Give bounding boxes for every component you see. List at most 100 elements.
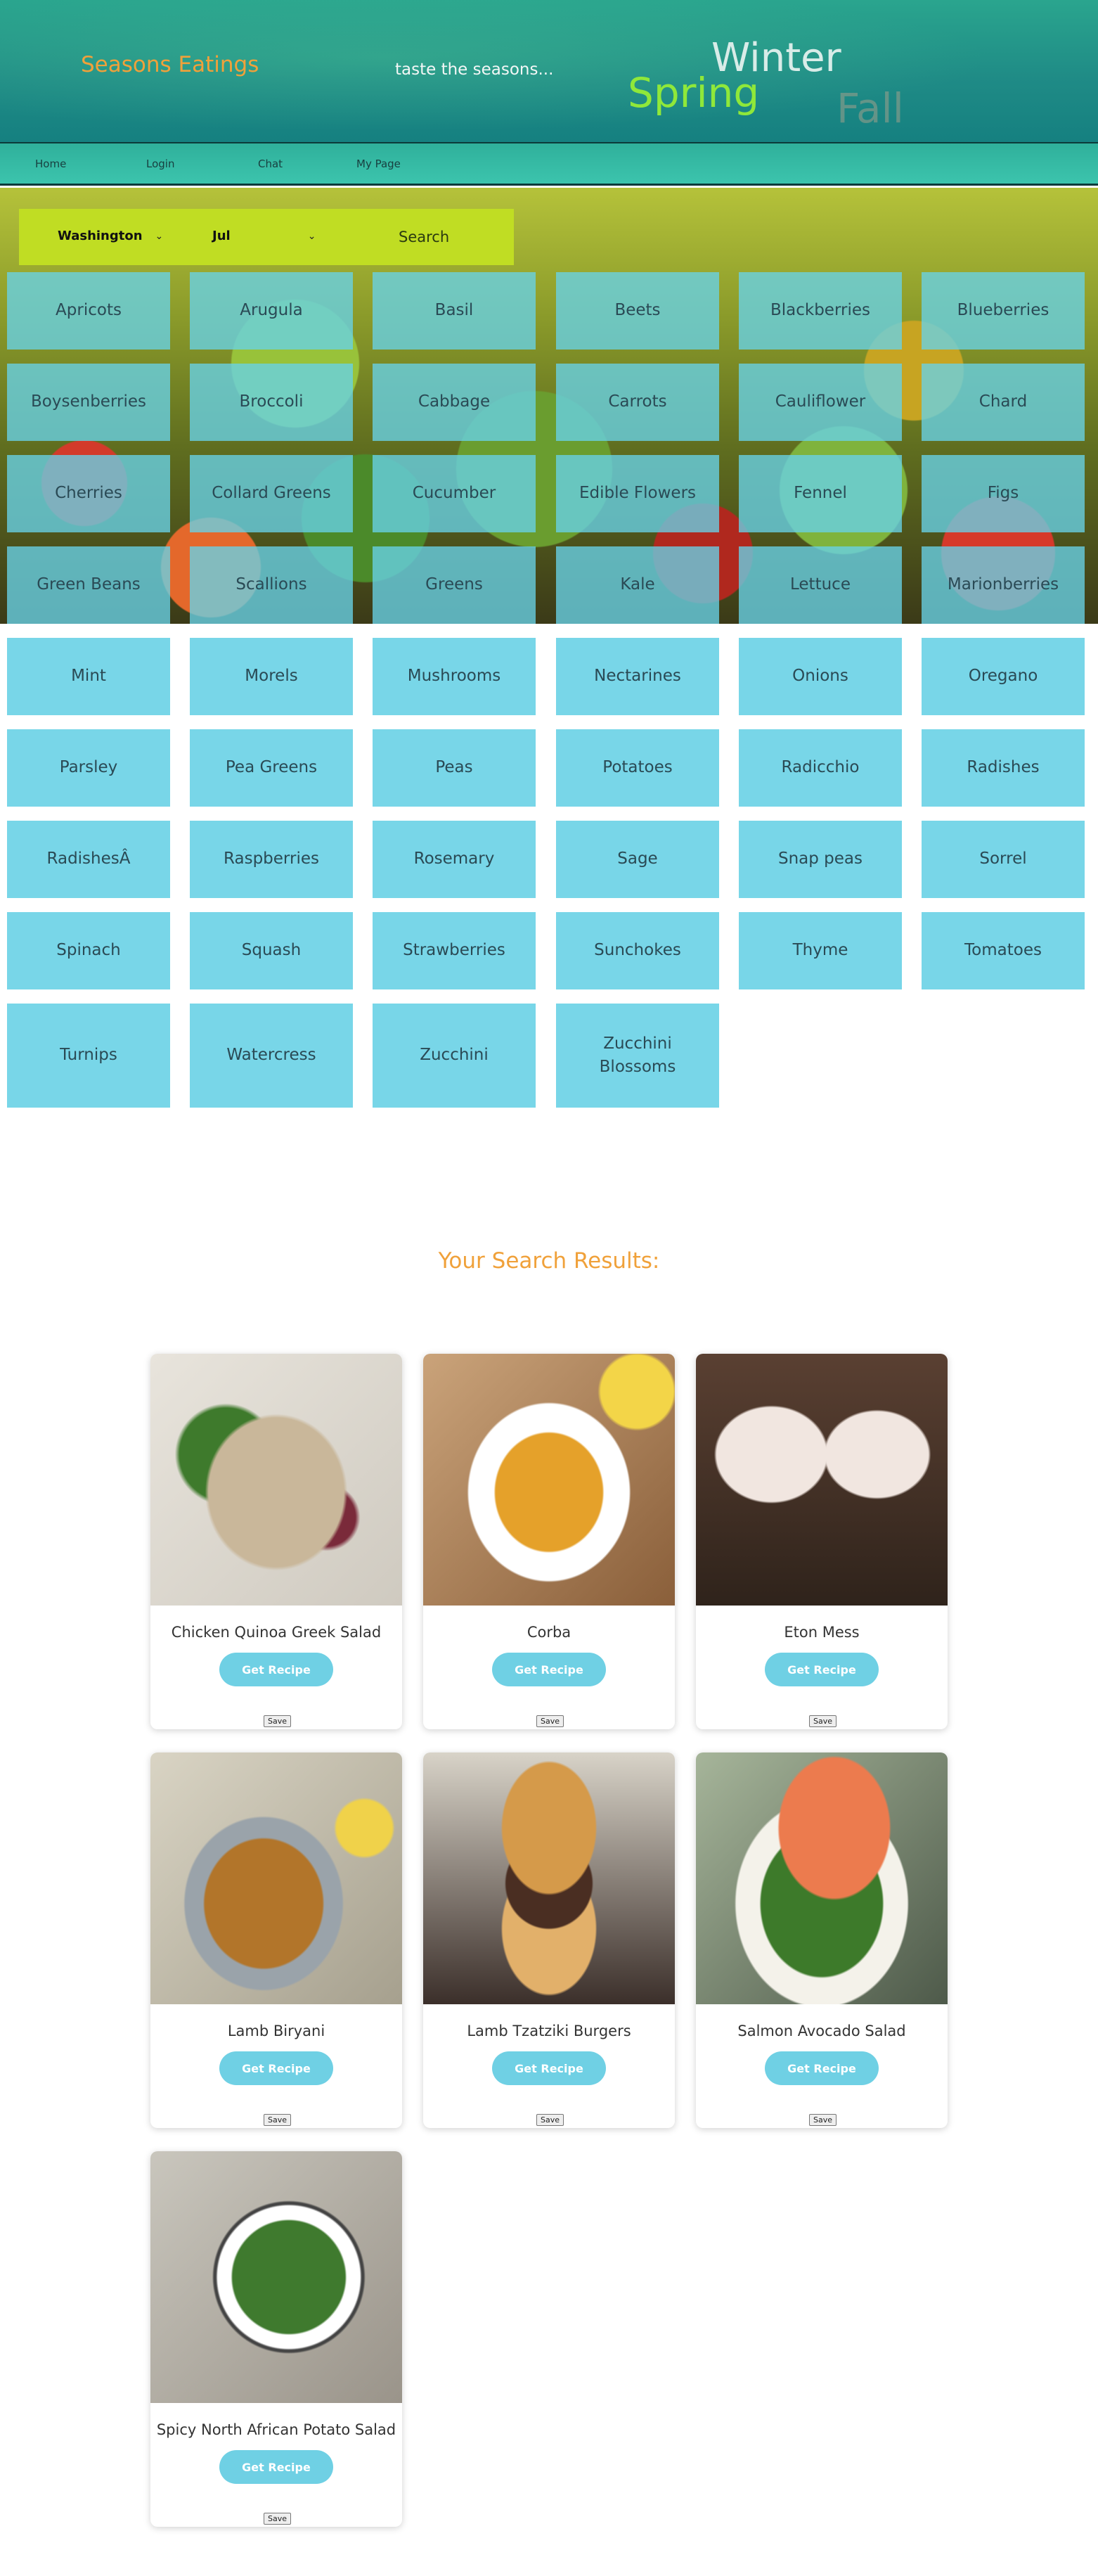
produce-tile[interactable]: Cabbage (373, 364, 536, 441)
main-nav: Home Login Chat My Page (0, 143, 1098, 186)
nav-chat[interactable]: Chat (258, 158, 283, 170)
produce-tile[interactable]: Boysenberries (7, 364, 170, 441)
recipe-image[interactable] (150, 1752, 402, 2004)
recipe-title: Lamb Biryani (227, 2023, 325, 2039)
get-recipe-button[interactable]: Get Recipe (492, 2051, 606, 2085)
produce-tile[interactable]: Greens (373, 546, 536, 624)
produce-tile[interactable]: Edible Flowers (556, 455, 719, 532)
produce-tile[interactable]: Figs (922, 455, 1085, 532)
produce-tile[interactable]: Rosemary (373, 821, 536, 898)
nav-home[interactable]: Home (35, 158, 66, 170)
save-button[interactable]: Save (264, 2513, 292, 2525)
produce-tile[interactable]: Oregano (922, 638, 1085, 715)
get-recipe-button[interactable]: Get Recipe (219, 2450, 333, 2484)
produce-tile[interactable]: Mint (7, 638, 170, 715)
produce-tile[interactable]: Fennel (739, 455, 902, 532)
recipe-card: Corba Get Recipe Save (423, 1354, 675, 1729)
produce-tile[interactable]: Lettuce (739, 546, 902, 624)
produce-tile[interactable]: Potatoes (556, 729, 719, 807)
produce-tile[interactable]: Zucchini Blossoms (556, 1004, 719, 1108)
produce-tile[interactable]: Parsley (7, 729, 170, 807)
get-recipe-button[interactable]: Get Recipe (219, 1653, 333, 1686)
state-select[interactable]: Washington ⌄ (58, 229, 163, 243)
produce-tile[interactable]: Marionberries (922, 546, 1085, 624)
recipe-image[interactable] (150, 2151, 402, 2403)
season-fall[interactable]: Fall (837, 84, 904, 132)
save-button[interactable]: Save (809, 2114, 837, 2126)
season-spring[interactable]: Spring (628, 69, 759, 117)
produce-tile[interactable]: Watercress (190, 1004, 353, 1108)
recipe-card: Spicy North African Potato Salad Get Reci… (150, 2151, 402, 2527)
save-button[interactable]: Save (809, 1715, 837, 1727)
produce-tile[interactable]: Thyme (739, 912, 902, 989)
recipe-card: Eton Mess Get Recipe Save (696, 1354, 948, 1729)
produce-tile[interactable]: Scallions (190, 546, 353, 624)
recipe-image[interactable] (423, 1752, 675, 2004)
save-button[interactable]: Save (264, 1715, 292, 1727)
produce-tile[interactable]: Cherries (7, 455, 170, 532)
nav-my-page[interactable]: My Page (356, 158, 401, 170)
produce-tile[interactable]: Mushrooms (373, 638, 536, 715)
produce-tile[interactable]: Snap peas (739, 821, 902, 898)
recipe-image[interactable] (696, 1752, 948, 2004)
produce-tile[interactable]: Nectarines (556, 638, 719, 715)
produce-tile[interactable]: RadishesÂ (7, 821, 170, 898)
recipe-image[interactable] (423, 1354, 675, 1606)
produce-tile[interactable]: Blueberries (922, 272, 1085, 350)
produce-tile[interactable]: Onions (739, 638, 902, 715)
month-select-value: Jul (212, 229, 231, 243)
produce-tile[interactable]: Morels (190, 638, 353, 715)
produce-tile[interactable]: Arugula (190, 272, 353, 350)
produce-tile[interactable]: Pea Greens (190, 729, 353, 807)
produce-tile[interactable]: Turnips (7, 1004, 170, 1108)
produce-tile[interactable]: Strawberries (373, 912, 536, 989)
get-recipe-button[interactable]: Get Recipe (219, 2051, 333, 2085)
produce-tile[interactable]: Chard (922, 364, 1085, 441)
site-header: Seasons Eatings taste the seasons... Win… (0, 0, 1098, 143)
produce-tile[interactable]: Broccoli (190, 364, 353, 441)
save-button[interactable]: Save (536, 1715, 564, 1727)
produce-tile[interactable]: Zucchini (373, 1004, 536, 1108)
state-select-value: Washington (58, 229, 143, 243)
produce-tile[interactable]: Sorrel (922, 821, 1085, 898)
results-title: Your Search Results: (438, 1248, 660, 1274)
produce-tile[interactable]: Blackberries (739, 272, 902, 350)
produce-tile[interactable]: Basil (373, 272, 536, 350)
save-button[interactable]: Save (264, 2114, 292, 2126)
chevron-down-icon: ⌄ (155, 230, 164, 242)
nav-login[interactable]: Login (146, 158, 174, 170)
produce-tile[interactable]: Radishes (922, 729, 1085, 807)
brand-logo-text[interactable]: Seasons Eatings (81, 52, 259, 77)
get-recipe-button[interactable]: Get Recipe (765, 2051, 879, 2085)
produce-tile[interactable]: Spinach (7, 912, 170, 989)
produce-tile[interactable]: Raspberries (190, 821, 353, 898)
produce-tile[interactable]: Peas (373, 729, 536, 807)
produce-tile[interactable]: Kale (556, 546, 719, 624)
produce-tile[interactable]: Green Beans (7, 546, 170, 624)
produce-tile[interactable]: Cauliflower (739, 364, 902, 441)
produce-tile[interactable]: Tomatoes (922, 912, 1085, 989)
recipe-title: Chicken Quinoa Greek Salad (171, 1624, 382, 1641)
get-recipe-button[interactable]: Get Recipe (765, 1653, 879, 1686)
recipe-card: Chicken Quinoa Greek Salad Get Recipe Save (150, 1354, 402, 1729)
produce-tile[interactable]: Beets (556, 272, 719, 350)
produce-tile[interactable]: Cucumber (373, 455, 536, 532)
recipe-title: Corba (527, 1624, 571, 1641)
recipe-card: Salmon Avocado Salad Get Recipe Save (696, 1752, 948, 2128)
recipe-image[interactable] (150, 1354, 402, 1606)
produce-tile[interactable]: Sage (556, 821, 719, 898)
produce-tile[interactable]: Sunchokes (556, 912, 719, 989)
recipe-image[interactable] (696, 1354, 948, 1606)
produce-tile[interactable]: Radicchio (739, 729, 902, 807)
produce-tile[interactable]: Apricots (7, 272, 170, 350)
recipe-title: Spicy North African Potato Salad (156, 2421, 396, 2438)
produce-tile[interactable]: Squash (190, 912, 353, 989)
month-select[interactable]: Jul ⌄ (212, 229, 316, 243)
tagline: taste the seasons... (395, 60, 554, 79)
produce-tile[interactable]: Collard Greens (190, 455, 353, 532)
recipe-title: Salmon Avocado Salad (737, 2023, 906, 2039)
get-recipe-button[interactable]: Get Recipe (492, 1653, 606, 1686)
save-button[interactable]: Save (536, 2114, 564, 2126)
produce-tile[interactable]: Carrots (556, 364, 719, 441)
search-button[interactable]: Search (399, 229, 449, 245)
